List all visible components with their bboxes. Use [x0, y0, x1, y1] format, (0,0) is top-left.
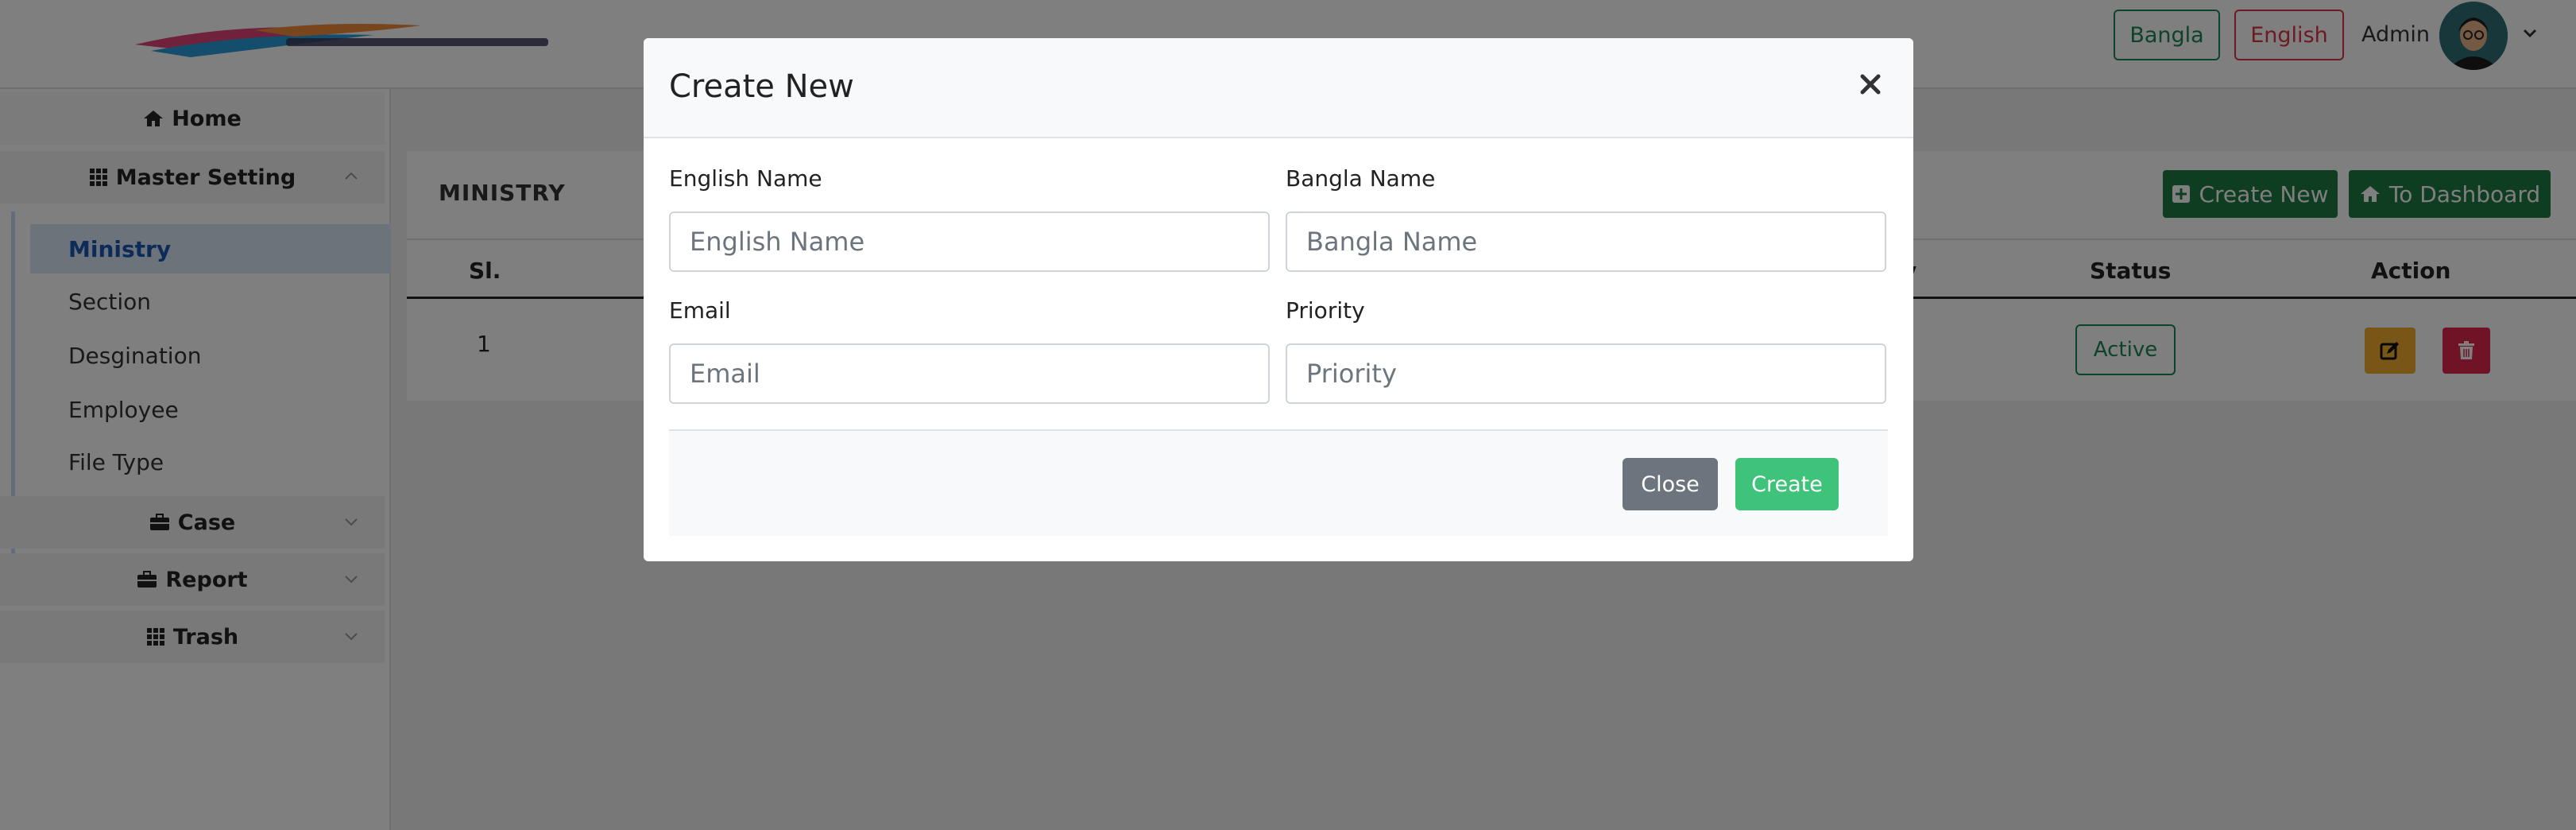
- email-input[interactable]: [669, 343, 1270, 404]
- create-new-modal: Create New English Name Bangla Name Emai…: [644, 38, 1913, 561]
- modal-header: Create New: [644, 38, 1913, 138]
- create-button[interactable]: Create: [1735, 458, 1839, 510]
- bangla-name-input[interactable]: [1286, 211, 1886, 272]
- priority-input[interactable]: [1286, 343, 1886, 404]
- english-name-label: English Name: [669, 165, 822, 192]
- close-button[interactable]: Close: [1623, 458, 1718, 510]
- modal-title: Create New: [669, 68, 854, 105]
- email-label: Email: [669, 297, 731, 324]
- english-name-input[interactable]: [669, 211, 1270, 272]
- modal-footer: Close Create: [669, 429, 1888, 536]
- priority-label: Priority: [1286, 297, 1365, 324]
- bangla-name-label: Bangla Name: [1286, 165, 1436, 192]
- close-icon[interactable]: [1855, 68, 1886, 100]
